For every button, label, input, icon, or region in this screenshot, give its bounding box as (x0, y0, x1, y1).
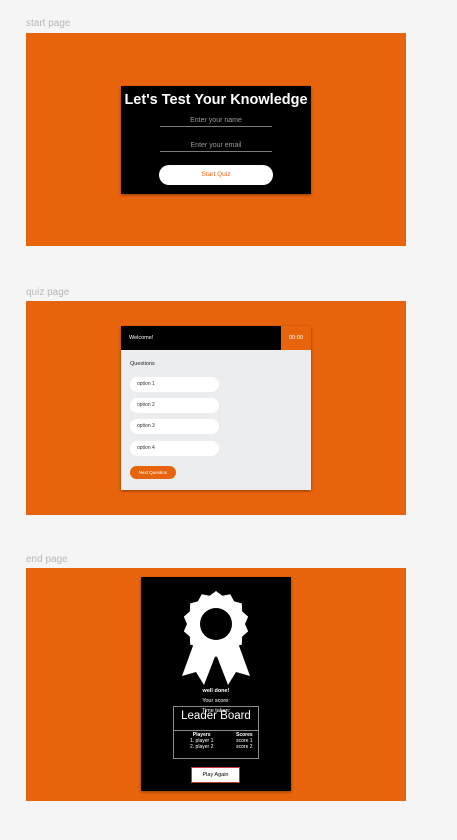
leader-board: Leader Board Players 1. player 1 2. play… (173, 706, 259, 759)
leader-board-divider (174, 730, 258, 731)
start-page-frame-label: start page (26, 18, 71, 29)
quiz-header: Welcome! 00:00 (121, 326, 311, 350)
end-card: well done! Your score: Time taken: Leade… (141, 577, 291, 791)
score-2: score 2 (236, 744, 253, 750)
start-title: Let's Test Your Knowledge (124, 92, 308, 108)
award-ribbon-icon (182, 591, 250, 685)
email-input[interactable]: Enter your email (160, 141, 272, 152)
name-input[interactable]: Enter your name (160, 116, 272, 127)
leader-board-title: Leader Board (181, 710, 251, 722)
well-done-text: well done! (202, 688, 230, 694)
start-quiz-button[interactable]: Start Quiz (159, 165, 273, 185)
players-column: Players 1. player 1 2. player 2 (190, 732, 213, 750)
next-question-button[interactable]: Next Question (130, 466, 176, 479)
welcome-text: Welcome! (129, 335, 154, 341)
option-1-button[interactable]: option 1 (130, 377, 219, 392)
play-again-button[interactable]: Play Again (191, 767, 240, 783)
start-page-frame: Let's Test Your Knowledge Enter your nam… (26, 33, 406, 246)
your-score-text: Your score: (202, 698, 230, 704)
timer: 00:00 (281, 326, 311, 350)
quiz-card: Welcome! 00:00 Questions option 1 option… (121, 326, 311, 490)
option-3-button[interactable]: option 3 (130, 419, 219, 434)
quiz-page-frame: Welcome! 00:00 Questions option 1 option… (26, 301, 406, 515)
option-4-button[interactable]: option 4 (130, 441, 219, 456)
scores-column: Scores score 1 score 2 (236, 732, 253, 750)
end-page-frame-label: end page (26, 554, 68, 565)
end-page-frame: well done! Your score: Time taken: Leade… (26, 568, 406, 801)
quiz-page-frame-label: quiz page (26, 287, 70, 298)
player-2: 2. player 2 (190, 744, 214, 750)
start-card: Let's Test Your Knowledge Enter your nam… (121, 86, 311, 194)
option-2-button[interactable]: option 2 (130, 398, 219, 413)
question-text: Questions (130, 361, 155, 367)
